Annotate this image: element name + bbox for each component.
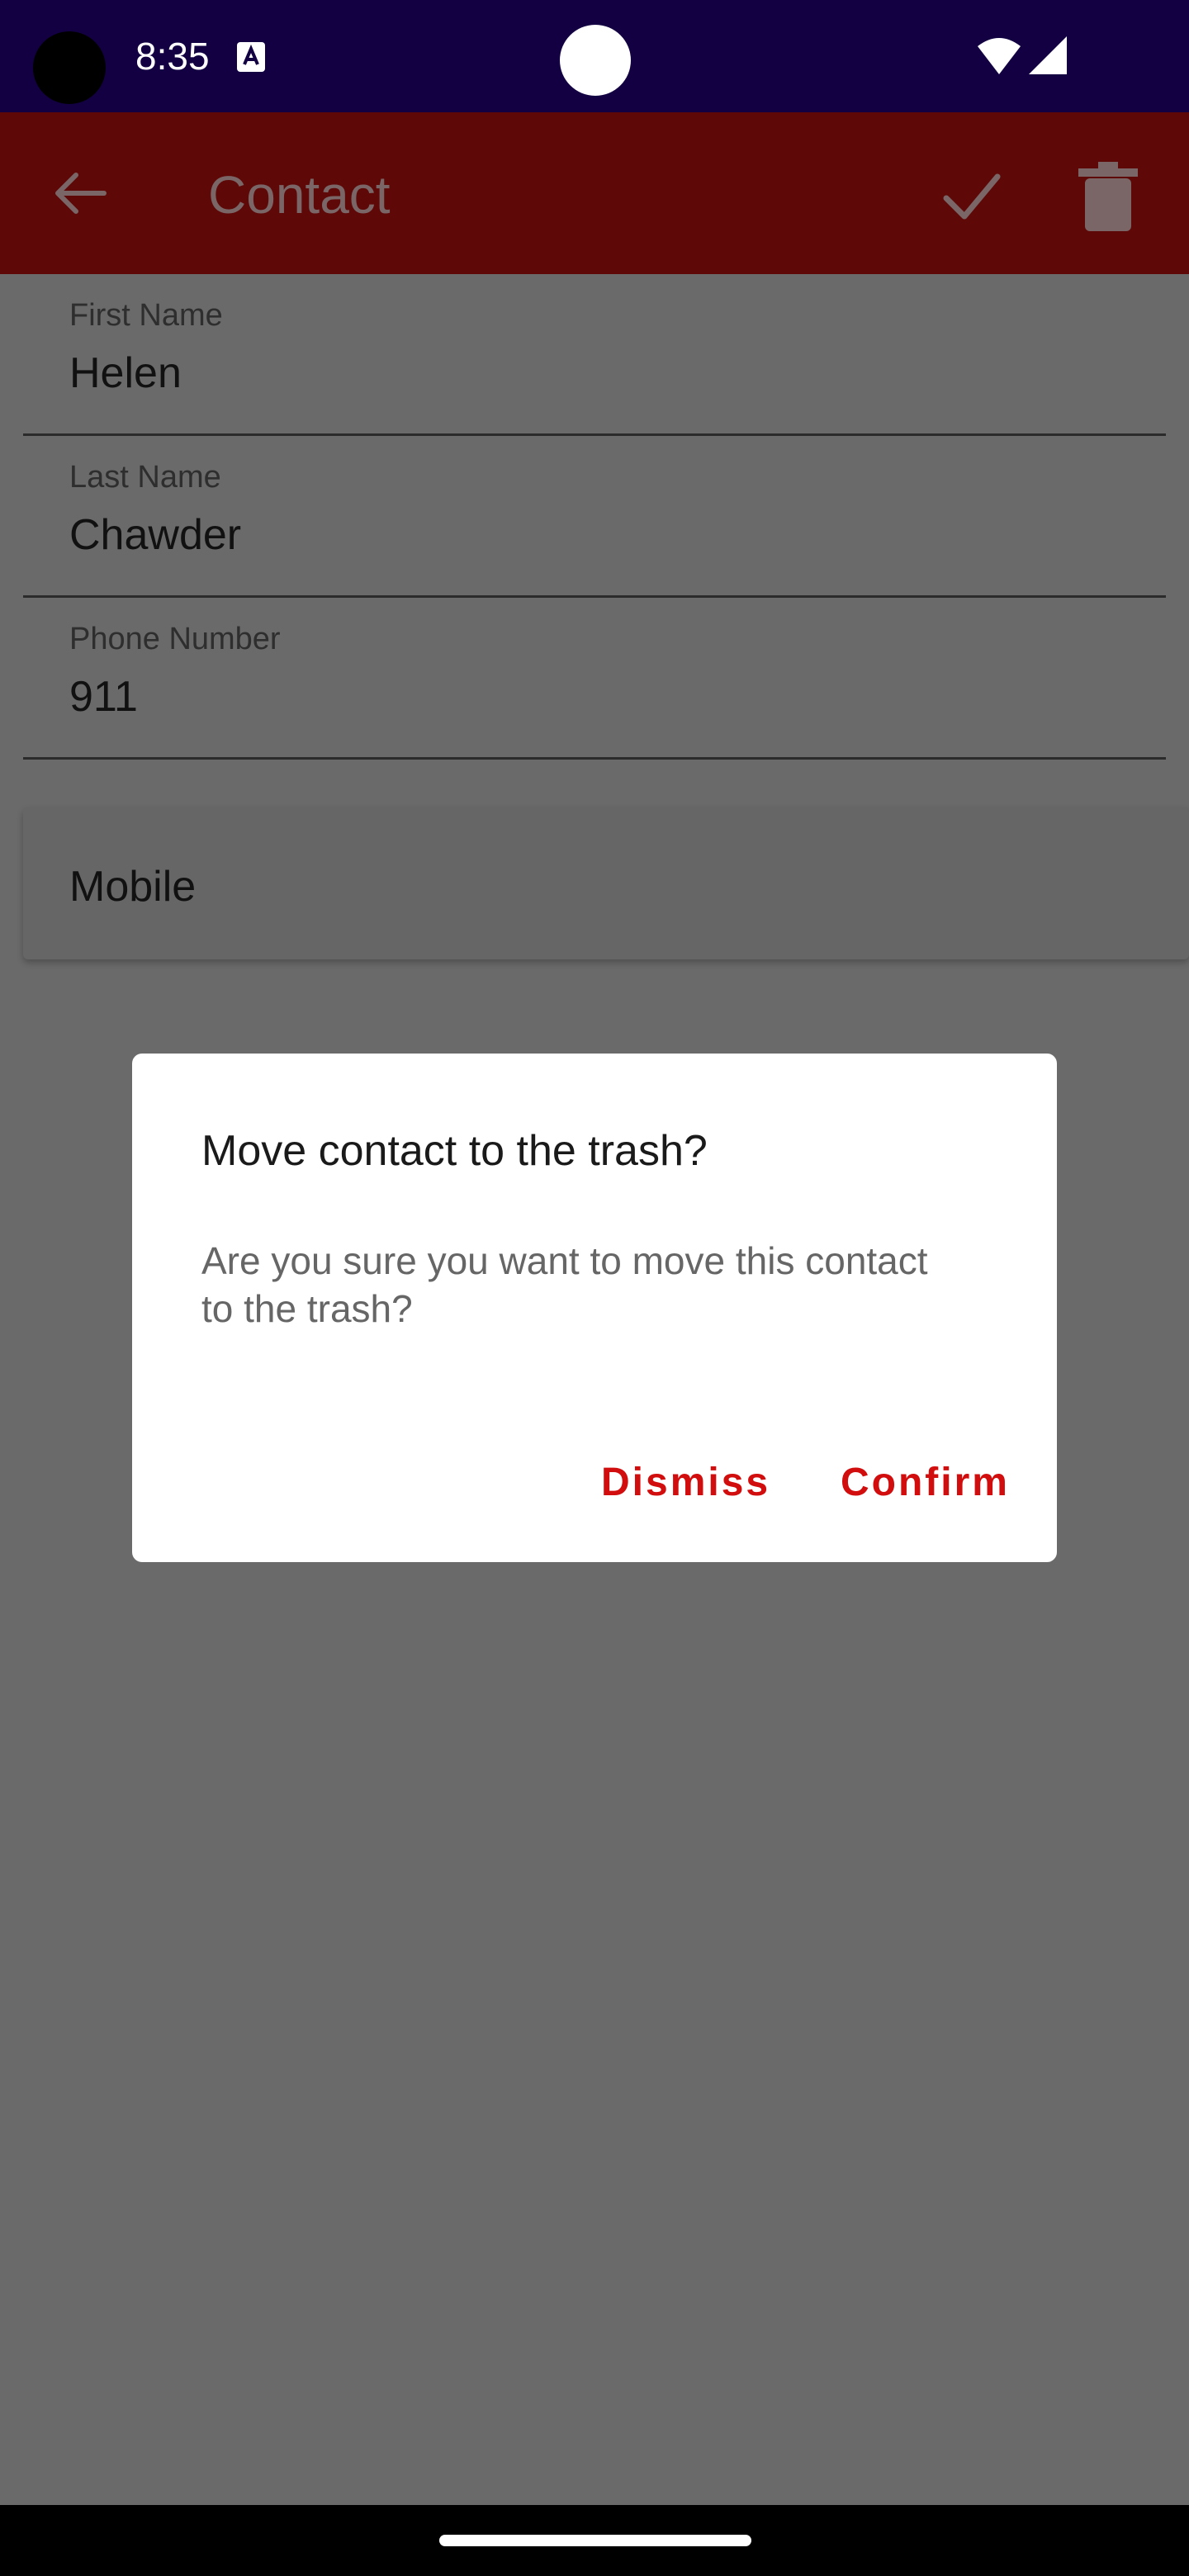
field-underline	[23, 757, 1166, 760]
signal-icon	[1029, 36, 1067, 74]
last-name-label: Last Name	[69, 460, 221, 495]
phone-number-field[interactable]: Phone Number 911	[23, 598, 1166, 760]
confirm-dialog: Move contact to the trash? Are you sure …	[132, 1054, 1057, 1562]
first-name-field[interactable]: First Name Helen	[23, 274, 1166, 436]
back-arrow-icon[interactable]	[46, 159, 116, 228]
a-icon	[237, 42, 265, 72]
home-handle[interactable]	[439, 2535, 751, 2546]
last-name-field[interactable]: Last Name Chawder	[23, 436, 1166, 598]
wifi-icon	[978, 38, 1021, 74]
last-name-value: Chawder	[69, 511, 242, 559]
app-bar: Contact	[0, 112, 1189, 274]
first-name-label: First Name	[69, 298, 223, 333]
check-icon[interactable]	[936, 162, 1006, 231]
camera-cutout	[33, 31, 106, 104]
dialog-message: Are you sure you want to move this conta…	[201, 1239, 928, 1330]
dialog-title: Move contact to the trash?	[201, 1127, 708, 1175]
status-bar: 8:35	[0, 0, 1189, 112]
confirm-button[interactable]: Confirm	[841, 1458, 1010, 1508]
status-time: 8:35	[135, 35, 210, 78]
navigation-bar	[0, 2505, 1189, 2576]
phone-number-label: Phone Number	[69, 622, 281, 656]
page-title: Contact	[208, 165, 391, 225]
dismiss-button[interactable]: Dismiss	[601, 1458, 770, 1508]
phone-type-value: Mobile	[69, 863, 197, 911]
phone-type-dropdown[interactable]: Mobile	[23, 807, 1189, 959]
trash-icon[interactable]	[1078, 162, 1138, 231]
front-camera	[560, 25, 631, 96]
phone-number-value: 911	[69, 673, 138, 721]
first-name-value: Helen	[69, 349, 182, 397]
